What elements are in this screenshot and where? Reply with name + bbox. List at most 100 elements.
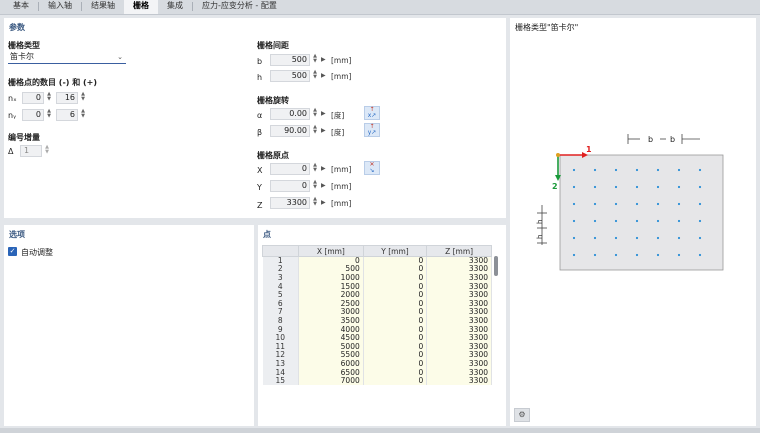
pick-origin-icon[interactable]: ✕ ↘ <box>364 161 380 175</box>
tab-grid[interactable]: 栅格 <box>124 0 158 14</box>
y-cell[interactable]: 0 <box>363 299 428 309</box>
grid-type-select[interactable]: 笛卡尔 ⌄ <box>8 51 126 64</box>
y-cell[interactable]: 0 <box>363 360 428 369</box>
x-arrow-icon[interactable]: ▶ <box>321 163 326 175</box>
h-input[interactable]: 500 <box>270 70 310 82</box>
table-row[interactable]: 11 5000 0 3300 <box>262 342 492 352</box>
b-stepper-icon[interactable]: ▲ ▼ <box>312 54 318 66</box>
points-table-wrap: X [mm] Y [mm] Z [mm] 1 0 0 3300 2 500 0 3300 3 10… <box>262 245 502 425</box>
grid-dot <box>656 168 660 172</box>
table-row[interactable]: 13 6000 0 3300 <box>262 360 492 369</box>
grid-dot <box>677 236 681 240</box>
z-input[interactable]: 3300 <box>270 197 310 209</box>
grid-dot <box>572 168 576 172</box>
ny-neg-input[interactable]: 0 <box>22 109 44 121</box>
grid-dot <box>635 236 639 240</box>
b-arrow-icon[interactable]: ▶ <box>321 54 326 66</box>
x-cell[interactable]: 1000 <box>298 274 364 283</box>
y-cell[interactable]: 0 <box>363 317 428 326</box>
ny-pos-stepper-icon[interactable]: ▲ ▼ <box>80 109 86 121</box>
y-stepper-icon[interactable]: ▲ ▼ <box>312 180 318 192</box>
y-cell[interactable]: 0 <box>363 291 428 300</box>
x-stepper-icon[interactable]: ▲ ▼ <box>312 163 318 175</box>
tab-result-axes[interactable]: 结果轴 <box>82 0 124 14</box>
h-stepper-icon[interactable]: ▲ ▼ <box>312 70 318 82</box>
y-cell[interactable]: 0 <box>363 342 428 352</box>
delta-label: Δ <box>8 147 14 156</box>
rotate-y-icon[interactable]: ↑ y↗ <box>364 123 380 137</box>
y-cell[interactable]: 0 <box>363 351 428 360</box>
y-cell[interactable]: 0 <box>363 256 428 266</box>
z-cell[interactable]: 3300 <box>426 317 492 326</box>
alpha-stepper-icon[interactable]: ▲ ▼ <box>312 108 318 120</box>
grid-spacing-label: 栅格间距 <box>257 41 289 50</box>
tab-input-axes[interactable]: 输入轴 <box>39 0 81 14</box>
nx-neg-input[interactable]: 0 <box>22 92 44 104</box>
y-cell[interactable]: 0 <box>363 377 428 386</box>
x-cell[interactable]: 3500 <box>298 317 364 326</box>
y-unit: [mm] <box>331 182 352 191</box>
table-row[interactable]: 1 0 0 3300 <box>262 256 492 266</box>
nx-pos-stepper-icon[interactable]: ▲ ▼ <box>80 92 86 104</box>
y-cell[interactable]: 0 <box>363 334 428 343</box>
z-cell[interactable]: 3300 <box>426 360 492 369</box>
z-cell[interactable]: 3300 <box>426 274 492 283</box>
beta-arrow-icon[interactable]: ▶ <box>321 125 326 137</box>
auto-adjust-checkbox[interactable]: ✓ <box>8 247 17 256</box>
z-stepper-icon[interactable]: ▲ ▼ <box>312 197 318 209</box>
table-row[interactable]: 12 5500 0 3300 <box>262 351 492 360</box>
table-scrollbar[interactable] <box>494 256 498 276</box>
grid-dot <box>656 253 660 257</box>
alpha-arrow-icon[interactable]: ▶ <box>321 108 326 120</box>
delta-stepper-icon[interactable]: ▲ ▼ <box>44 145 50 157</box>
tab-integration[interactable]: 集成 <box>158 0 192 14</box>
grid-dot <box>614 236 618 240</box>
tab-basic[interactable]: 基本 <box>4 0 38 14</box>
x-cell[interactable]: 7000 <box>298 377 364 386</box>
b-input[interactable]: 500 <box>270 54 310 66</box>
preview-options-icon[interactable]: ⚙ <box>514 408 530 422</box>
z-arrow-icon[interactable]: ▶ <box>321 197 326 209</box>
table-row[interactable]: 14 6500 0 3300 <box>262 368 492 377</box>
table-row[interactable]: 9 4000 0 3300 <box>262 325 492 334</box>
beta-stepper-icon[interactable]: ▲ ▼ <box>312 125 318 137</box>
h-arrow-icon[interactable]: ▶ <box>321 70 326 82</box>
table-row[interactable]: 6 2500 0 3300 <box>262 299 492 309</box>
table-row[interactable]: 15 7000 0 3300 <box>262 377 492 386</box>
z-cell[interactable]: 3300 <box>426 377 492 386</box>
y-cell[interactable]: 0 <box>363 368 428 377</box>
rotate-x-icon[interactable]: ↑ x↗ <box>364 106 380 120</box>
alpha-input[interactable]: 0.00 <box>270 108 310 120</box>
axis-1-label: 1 <box>586 145 592 154</box>
ny-pos-input[interactable]: 6 <box>56 109 78 121</box>
nx-neg-stepper-icon[interactable]: ▲ ▼ <box>46 92 52 104</box>
grid-type-label: 栅格类型 <box>8 41 40 50</box>
grid-dot <box>656 236 660 240</box>
grid-dot <box>698 236 702 240</box>
table-row[interactable]: 8 3500 0 3300 <box>262 317 492 326</box>
y-cell[interactable]: 0 <box>363 308 428 317</box>
y-cell[interactable]: 0 <box>363 265 428 274</box>
z-label: Z <box>257 201 263 210</box>
y-input[interactable]: 0 <box>270 180 310 192</box>
chevron-down-icon: ⌄ <box>117 53 123 61</box>
y-cell[interactable]: 0 <box>363 282 428 291</box>
table-row[interactable]: 7 3000 0 3300 <box>262 308 492 317</box>
x-cell[interactable]: 6000 <box>298 360 364 369</box>
table-row[interactable]: 2 500 0 3300 <box>262 265 492 274</box>
table-row[interactable]: 3 1000 0 3300 <box>262 274 492 283</box>
table-row[interactable]: 5 2000 0 3300 <box>262 291 492 300</box>
y-cell[interactable]: 0 <box>363 274 428 283</box>
beta-input[interactable]: 90.00 <box>270 125 310 137</box>
tab-stress-strain-config[interactable]: 应力-应变分析 - 配置 <box>193 0 286 14</box>
grid-dot <box>614 168 618 172</box>
nx-pos-input[interactable]: 16 <box>56 92 78 104</box>
table-row[interactable]: 4 1500 0 3300 <box>262 282 492 291</box>
y-cell[interactable]: 0 <box>363 325 428 334</box>
delta-input[interactable]: 1 <box>20 145 42 157</box>
y-arrow-icon[interactable]: ▶ <box>321 180 326 192</box>
ny-neg-stepper-icon[interactable]: ▲ ▼ <box>46 109 52 121</box>
x-input[interactable]: 0 <box>270 163 310 175</box>
table-row[interactable]: 10 4500 0 3300 <box>262 334 492 343</box>
nx-label: nₓ <box>8 94 17 103</box>
